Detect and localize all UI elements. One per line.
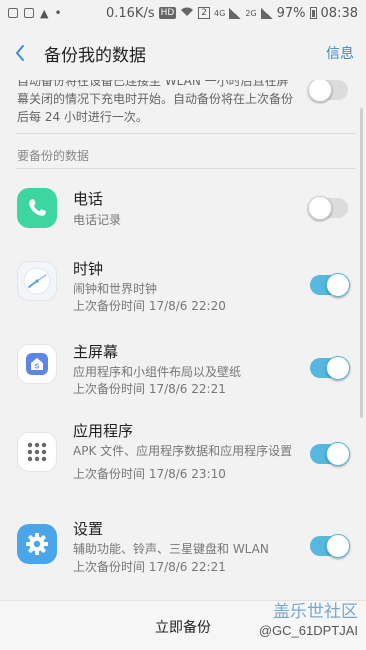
item-description: 电话记录	[73, 213, 122, 227]
backup-item-settings[interactable]: 设置 辅助功能、铃声、三星键盘和 WLAN 上次备份时间 17/8/6 22:2…	[0, 518, 366, 588]
battery-icon	[309, 7, 317, 19]
divider	[16, 133, 356, 134]
last-backup-time: 上次备份时间 17/8/6 22:21	[73, 382, 226, 396]
app-header: 备份我的数据 信息	[0, 26, 366, 80]
phone-backup-toggle[interactable]	[308, 196, 348, 220]
last-backup-time: 上次备份时间 17/8/6 22:21	[73, 560, 226, 574]
bottom-action-bar: 立即备份 盖乐世社区 @GC_61DPTJAI	[0, 600, 366, 650]
settings-gear-icon	[17, 524, 57, 564]
backup-item-phone[interactable]: 电话 电话记录	[0, 184, 366, 240]
clock-time: 08:38	[320, 5, 358, 21]
section-header: 要备份的数据	[17, 149, 90, 163]
notification-icon	[8, 8, 18, 18]
sim-slot-badge: 2	[198, 7, 211, 19]
signal-2g-icon	[260, 7, 273, 19]
network-speed: 0.16K/s	[105, 5, 155, 21]
divider	[16, 168, 356, 169]
home-icon: S	[17, 344, 57, 384]
watermark-logo: 盖乐世社区	[273, 602, 358, 621]
battery-level: 97%	[276, 5, 306, 21]
warning-icon: ▲	[40, 6, 49, 20]
settings-backup-toggle[interactable]	[310, 534, 350, 558]
item-title: 时钟	[73, 260, 104, 278]
item-description: 应用程序和小组件布局以及壁纸	[73, 365, 242, 379]
clock-icon	[17, 261, 57, 301]
hd-badge: HD	[158, 7, 177, 19]
apps-grid-icon	[17, 432, 57, 472]
auto-backup-toggle[interactable]	[308, 80, 348, 102]
item-title: 主屏幕	[73, 343, 119, 361]
phone-icon	[17, 188, 57, 228]
item-description: 闹钟和世界时钟	[73, 282, 158, 296]
clipboard-icon	[24, 8, 34, 18]
home-screen-backup-toggle[interactable]	[310, 356, 350, 380]
backup-item-home-screen[interactable]: S 主屏幕 应用程序和小组件布局以及壁纸 上次备份时间 17/8/6 22:21	[0, 339, 366, 409]
item-description: 辅助功能、铃声、三星键盘和 WLAN	[73, 542, 269, 556]
last-backup-time: 上次备份时间 17/8/6 22:20	[73, 299, 226, 313]
network-2g-label: 2G	[245, 8, 257, 18]
item-title: 应用程序	[73, 422, 134, 440]
network-4g-label: 4G	[214, 8, 226, 18]
more-notifications-icon: •	[54, 6, 62, 20]
backup-item-apps[interactable]: 应用程序 APK 文件、应用程序数据和应用程序设置 上次备份时间 17/8/6 …	[0, 420, 366, 500]
watermark-username: @GC_61DPTJAI	[258, 623, 358, 638]
info-link[interactable]: 信息	[326, 43, 354, 63]
backup-settings-list[interactable]: 自动备份将在设备已连接至 WLAN 一小时后且在屏幕关闭的情况下充电时开始。自动…	[0, 80, 366, 600]
item-title: 电话	[73, 190, 104, 208]
item-description: APK 文件、应用程序数据和应用程序设置	[73, 444, 293, 458]
clock-backup-toggle[interactable]	[310, 273, 350, 297]
item-title: 设置	[73, 520, 104, 538]
apps-backup-toggle[interactable]	[310, 442, 350, 466]
wifi-icon	[180, 6, 194, 21]
status-bar: ▲ • 0.16K/s HD 2 4G 2G 97% 08:38	[0, 0, 366, 26]
signal-4g-icon	[229, 7, 242, 19]
back-button[interactable]	[0, 26, 40, 80]
backup-item-clock[interactable]: 时钟 闹钟和世界时钟 上次备份时间 17/8/6 22:20	[0, 256, 366, 326]
auto-backup-description: 自动备份将在设备已连接至 WLAN 一小时后且在屏幕关闭的情况下充电时开始。自动…	[17, 80, 294, 124]
last-backup-time: 上次备份时间 17/8/6 23:10	[73, 467, 226, 481]
svg-text:S: S	[35, 364, 40, 371]
page-title: 备份我的数据	[44, 45, 146, 66]
chevron-left-icon	[16, 45, 24, 61]
